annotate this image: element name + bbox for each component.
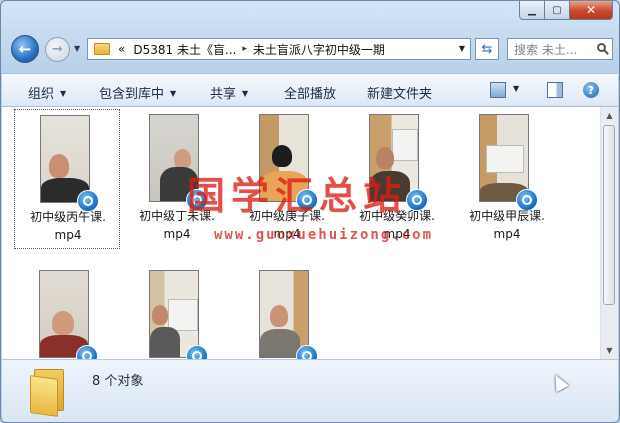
video-thumbnail xyxy=(479,114,529,202)
address-segment-current[interactable]: 未土盲派八字初中级一期 xyxy=(253,41,385,58)
address-overflow[interactable]: « xyxy=(118,42,125,56)
item-count: 8 个对象 xyxy=(92,374,144,389)
forward-button[interactable]: → xyxy=(45,37,70,62)
search-icon[interactable] xyxy=(597,43,606,52)
chevron-down-icon: ▼ xyxy=(170,89,177,98)
vertical-scrollbar[interactable]: ▲ ▼ xyxy=(600,107,618,359)
search-box[interactable]: 搜索 未土... xyxy=(507,38,613,60)
arrow-left-icon: ← xyxy=(18,40,32,58)
preview-pane-icon[interactable] xyxy=(547,82,563,98)
explorer-window: ▁ ▢ ✕ ← → ▼ « D5381 未土《盲... ▸ 未土盲派八字初中级一… xyxy=(0,0,620,423)
details-pane: 8 个对象 xyxy=(2,359,618,422)
chevron-down-icon: ▼ xyxy=(242,89,249,98)
address-bar[interactable]: « D5381 未土《盲... ▸ 未土盲派八字初中级一期 ▼ xyxy=(87,38,471,60)
close-button[interactable]: ✕ xyxy=(570,1,613,20)
watermark-text: 国学汇总站 xyxy=(187,173,408,218)
file-name: 初中级甲辰课. mp4 xyxy=(469,209,545,241)
refresh-icon: ⇆ xyxy=(481,41,493,57)
help-icon[interactable]: ? xyxy=(583,82,599,98)
mouse-cursor-icon xyxy=(549,371,569,393)
minimize-button[interactable]: ▁ xyxy=(519,1,545,20)
watermark-url: www.guoxuehuizong.com xyxy=(214,227,434,243)
back-button[interactable]: ← xyxy=(11,35,39,63)
file-item[interactable] xyxy=(234,265,340,359)
search-input[interactable]: 搜索 未土... xyxy=(514,41,577,58)
navigation-bar: ← → ▼ « D5381 未土《盲... ▸ 未土盲派八字初中级一期 ▼ ⇆ … xyxy=(9,35,613,65)
change-view-icon[interactable] xyxy=(490,82,506,98)
scroll-thumb[interactable] xyxy=(603,125,615,305)
file-item[interactable]: 初中级丙午课. mp4 xyxy=(14,109,120,249)
new-folder-button[interactable]: 新建文件夹 xyxy=(367,83,432,102)
arrow-right-icon: → xyxy=(52,42,63,57)
recent-pages-dropdown[interactable]: ▼ xyxy=(74,44,80,53)
address-dropdown-icon[interactable]: ▼ xyxy=(459,44,465,53)
chevron-down-icon: ▼ xyxy=(60,89,67,98)
scroll-down-arrow-icon[interactable]: ▼ xyxy=(601,342,618,359)
video-thumbnail xyxy=(39,270,89,358)
organize-button[interactable]: 组织 ▼ xyxy=(28,83,66,102)
media-player-badge-icon xyxy=(296,345,318,359)
address-segment-parent[interactable]: D5381 未土《盲... xyxy=(133,41,236,58)
refresh-button[interactable]: ⇆ xyxy=(475,38,499,60)
file-item[interactable] xyxy=(14,265,120,359)
file-list: 初中级丙午课. mp4 初中级丁未课. mp4 初中级庚子课. mp4 初中级癸… xyxy=(2,107,618,359)
media-player-badge-icon xyxy=(186,345,208,359)
address-separator[interactable]: ▸ xyxy=(242,44,247,54)
view-options-dropdown[interactable]: ▼ xyxy=(513,84,519,93)
file-item[interactable]: 初中级甲辰课. mp4 xyxy=(454,109,560,249)
file-name: 初中级丙午课. mp4 xyxy=(30,210,106,242)
command-bar: 组织 ▼ 包含到库中 ▼ 共享 ▼ 全部播放 新建文件夹 ▼ ? xyxy=(2,73,618,107)
play-all-button[interactable]: 全部播放 xyxy=(284,83,336,102)
folder-icon xyxy=(94,43,110,55)
folder-icon xyxy=(30,369,64,417)
media-player-badge-icon xyxy=(76,345,98,359)
video-thumbnail xyxy=(259,270,309,358)
video-thumbnail xyxy=(40,115,90,203)
share-button[interactable]: 共享 ▼ xyxy=(210,83,248,102)
caption-buttons: ▁ ▢ ✕ xyxy=(519,1,613,20)
include-in-library-button[interactable]: 包含到库中 ▼ xyxy=(99,83,176,102)
video-thumbnail xyxy=(149,270,199,358)
maximize-button[interactable]: ▢ xyxy=(545,1,570,20)
file-item[interactable] xyxy=(124,265,230,359)
scroll-up-arrow-icon[interactable]: ▲ xyxy=(601,107,618,124)
